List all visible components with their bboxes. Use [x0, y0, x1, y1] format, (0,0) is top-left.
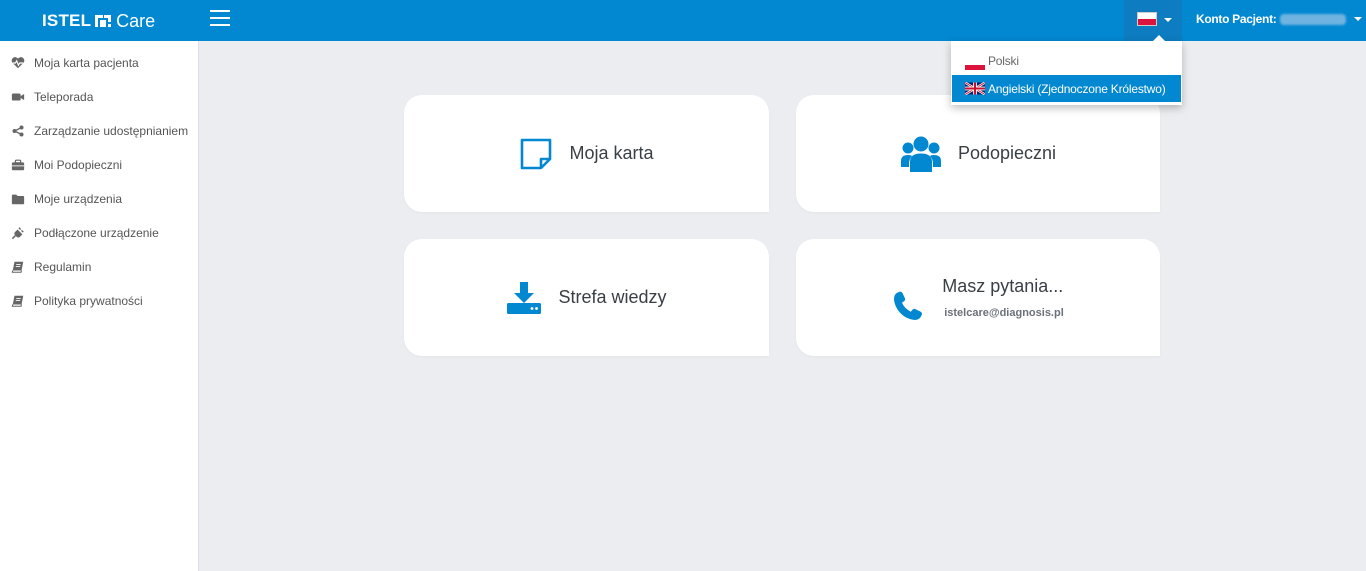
chevron-down-icon	[1164, 18, 1172, 22]
poland-flag-icon	[965, 59, 985, 70]
card-questions[interactable]: Masz pytania... istelcare@diagnosis.pl	[796, 239, 1160, 356]
sidebar-item-label: Regulamin	[34, 260, 92, 274]
logo[interactable]: ISTEL Care	[42, 9, 155, 33]
sidebar-item-my-devices[interactable]: Moje urządzenia	[0, 182, 198, 216]
language-dropdown: Polski Angielski (Zjednoczone Królestwo)	[951, 35, 1182, 105]
folder-icon	[10, 192, 26, 206]
sidebar: Moja karta pacjenta Teleporada Zarządzan…	[0, 41, 199, 571]
phone-icon	[892, 290, 924, 322]
account-menu[interactable]: Konto Pacjent:	[1196, 12, 1363, 26]
uk-flag-icon	[965, 82, 985, 95]
sidebar-item-terms[interactable]: Regulamin	[0, 250, 198, 284]
card-dependents[interactable]: Podopieczni	[796, 95, 1160, 212]
sidebar-item-label: Zarządzanie udostępnianiem	[34, 124, 189, 138]
language-option-label: Polski	[988, 53, 1019, 68]
sidebar-item-label: Moi Podopieczni	[34, 158, 123, 172]
sidebar-item-sharing[interactable]: Zarządzanie udostępnianiem	[0, 114, 198, 148]
sticky-note-icon	[519, 137, 553, 171]
video-camera-icon	[10, 90, 26, 104]
card-title: Moja karta	[569, 143, 654, 163]
card-knowledge-zone[interactable]: Strefa wiedzy	[404, 239, 769, 356]
download-icon	[506, 281, 542, 315]
sidebar-item-connected-device[interactable]: Podłączone urządzenie	[0, 216, 198, 250]
poland-flag-icon	[1137, 12, 1157, 26]
heartbeat-icon	[10, 56, 26, 70]
logo-mark-icon	[95, 15, 112, 27]
chevron-down-icon	[1354, 17, 1363, 21]
share-icon	[10, 124, 26, 138]
account-label: Konto Pacjent:	[1196, 12, 1277, 26]
sidebar-item-privacy-policy[interactable]: Polityka prywatności	[0, 284, 198, 318]
card-title: Podopieczni	[957, 143, 1057, 163]
language-option-english-uk[interactable]: Angielski (Zjednoczone Królestwo)	[952, 75, 1181, 102]
sidebar-item-label: Podłączone urządzenie	[34, 226, 159, 240]
language-option-polish[interactable]: Polski	[952, 47, 1181, 74]
users-icon	[900, 135, 942, 173]
sidebar-item-teleconsultation[interactable]: Teleporada	[0, 80, 198, 114]
menu-toggle-icon[interactable]	[210, 10, 230, 28]
logo-brand: ISTEL	[42, 11, 92, 30]
card-title: Masz pytania...	[942, 276, 1064, 296]
sidebar-item-label: Teleporada	[34, 90, 94, 104]
sidebar-item-label: Moje urządzenia	[34, 192, 123, 206]
language-option-label: Angielski (Zjednoczone Królestwo)	[988, 81, 1166, 96]
card-my-card[interactable]: Moja karta	[404, 95, 769, 212]
book-icon	[10, 260, 26, 274]
account-name-redacted	[1280, 13, 1347, 25]
book-icon	[10, 294, 26, 308]
sidebar-item-label: Moja karta pacjenta	[34, 56, 139, 70]
sidebar-item-patient-card[interactable]: Moja karta pacjenta	[0, 46, 198, 80]
logo-care: Care	[116, 10, 156, 31]
contact-email: istelcare@diagnosis.pl	[944, 307, 1064, 319]
plug-icon	[10, 226, 26, 240]
sidebar-item-dependents[interactable]: Moi Podopieczni	[0, 148, 198, 182]
card-title: Strefa wiedzy	[558, 287, 667, 307]
sidebar-item-label: Polityka prywatności	[34, 294, 143, 308]
briefcase-icon	[10, 158, 26, 172]
dropdown-notch	[1153, 35, 1165, 41]
